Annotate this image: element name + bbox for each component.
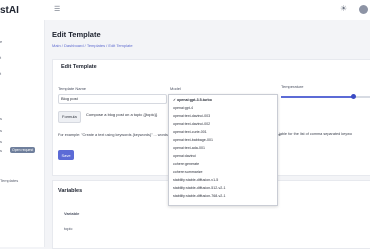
dropdown-option[interactable]: openai:text-babbage-001 bbox=[173, 138, 213, 142]
variables-title: Variables bbox=[58, 188, 83, 194]
formula-tab[interactable]: Formula bbox=[58, 111, 81, 123]
temperature-label: Temperature bbox=[281, 84, 304, 89]
sidebar-item[interactable]: s bbox=[0, 116, 2, 121]
menu-icon[interactable]: ☰ bbox=[54, 5, 60, 13]
dropdown-option[interactable]: stability:stable-diffusion-512-v2-1 bbox=[173, 186, 225, 190]
template-name-label: Template Name bbox=[58, 86, 87, 91]
sidebar: stAI e t t s s s s Open request Template… bbox=[0, 0, 45, 247]
open-request-badge: Open request bbox=[10, 147, 36, 153]
app-logo: stAI bbox=[0, 5, 19, 16]
dropdown-option[interactable]: openai:gpt-4 bbox=[173, 106, 193, 110]
page-title: Edit Template bbox=[52, 30, 101, 39]
model-dropdown[interactable]: ✓ openai:gpt-3.5-turbo openai:gpt-4 open… bbox=[168, 94, 278, 206]
variable-row: topic bbox=[64, 226, 73, 231]
dropdown-option[interactable]: cohere:generate bbox=[173, 162, 199, 166]
dropdown-option[interactable]: openai:text-ada-001 bbox=[173, 146, 205, 150]
dropdown-option[interactable]: openai:text-davinci-002 bbox=[173, 122, 210, 126]
dropdown-option[interactable]: openai:text-curie-001 bbox=[173, 130, 207, 134]
temperature-slider[interactable] bbox=[281, 94, 370, 99]
sidebar-item[interactable]: s bbox=[0, 148, 2, 153]
breadcrumb[interactable]: Main / Dashboard / Templates / Edit Temp… bbox=[52, 43, 133, 48]
dropdown-option[interactable]: openai:davinci bbox=[173, 154, 196, 158]
dropdown-option[interactable]: openai:text-davinci-003 bbox=[173, 114, 210, 118]
dropdown-option[interactable]: stability:stable-diffusion-768-v2-1 bbox=[173, 194, 225, 198]
slider-fill bbox=[281, 96, 354, 98]
dropdown-option[interactable]: cohere:summarize bbox=[173, 170, 203, 174]
dropdown-option[interactable]: stability:stable-diffusion-v1-5 bbox=[173, 178, 218, 182]
top-bar: ☰ ☀ bbox=[44, 0, 370, 20]
section-title: Edit Template bbox=[61, 64, 97, 70]
model-label: Model bbox=[170, 86, 181, 91]
sidebar-item[interactable]: s bbox=[0, 139, 2, 144]
sidebar-item[interactable]: t bbox=[0, 71, 1, 76]
sidebar-item[interactable]: t bbox=[0, 55, 1, 60]
variable-column-header: Variable bbox=[64, 211, 80, 216]
sidebar-item[interactable]: e bbox=[0, 39, 2, 44]
helper-text-right: iable for the list of comma separated ke… bbox=[279, 132, 353, 136]
template-name-input[interactable]: Blog post bbox=[58, 94, 167, 104]
avatar[interactable] bbox=[359, 5, 368, 14]
sidebar-item-templates[interactable]: Templates bbox=[0, 178, 18, 183]
prompt-input[interactable]: Compose a blog post on a topic {{topic}} bbox=[86, 112, 157, 117]
sun-icon[interactable]: ☀ bbox=[340, 4, 347, 13]
save-button[interactable]: Save bbox=[58, 150, 74, 160]
sidebar-item[interactable]: s bbox=[0, 128, 2, 133]
dropdown-option[interactable]: ✓ openai:gpt-3.5-turbo bbox=[173, 98, 212, 102]
